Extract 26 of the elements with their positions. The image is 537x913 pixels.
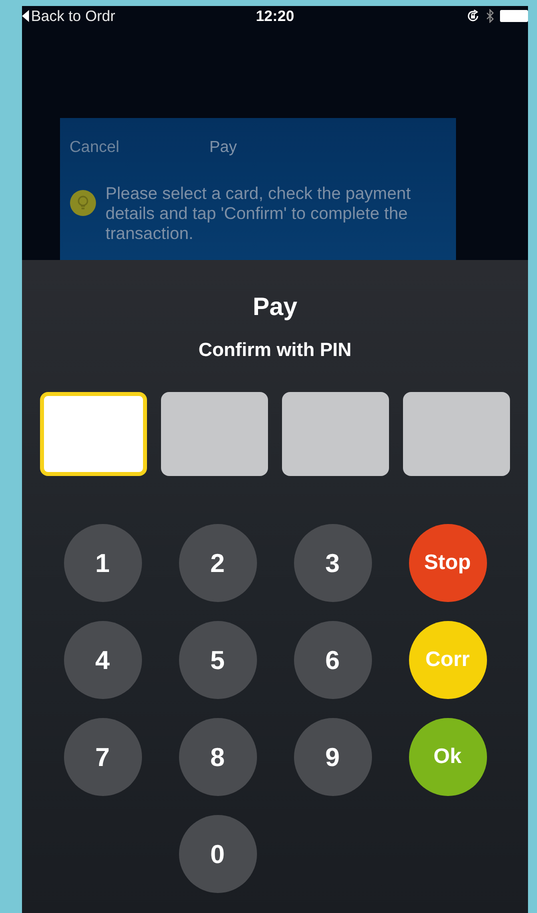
pin-digit-field[interactable] xyxy=(161,392,268,476)
rotation-lock-icon xyxy=(466,9,480,23)
digit-key[interactable]: 2 xyxy=(178,524,256,602)
sheet-subtitle: Confirm with PIN xyxy=(198,340,352,362)
digit-key[interactable]: 1 xyxy=(64,524,142,602)
sheet-title: Pay xyxy=(252,293,298,322)
pin-digit-field[interactable] xyxy=(403,392,510,476)
status-time: 12:20 xyxy=(256,8,294,24)
digit-key[interactable]: 5 xyxy=(178,621,256,699)
digit-key[interactable]: 7 xyxy=(64,718,142,796)
digit-key[interactable]: 4 xyxy=(64,621,142,699)
back-caret-icon[interactable] xyxy=(22,10,29,22)
digit-key[interactable]: 3 xyxy=(294,524,372,602)
digit-key[interactable]: 8 xyxy=(178,718,256,796)
pin-digit-field[interactable] xyxy=(282,392,389,476)
dialog-title: Pay xyxy=(209,139,237,157)
back-link[interactable]: Back to Ordr xyxy=(31,8,116,24)
bluetooth-icon xyxy=(486,9,494,23)
battery-icon xyxy=(500,10,528,22)
digit-key[interactable]: 0 xyxy=(178,815,256,893)
lightbulb-icon xyxy=(70,190,96,216)
pin-digit-field[interactable] xyxy=(40,392,147,476)
digit-key[interactable]: 6 xyxy=(294,621,372,699)
action-key[interactable]: Stop xyxy=(408,524,486,602)
dialog-message: Please select a card, check the payment details and tap 'Confirm' to complete the transaction. xyxy=(106,184,412,244)
digit-key[interactable]: 9 xyxy=(294,718,372,796)
